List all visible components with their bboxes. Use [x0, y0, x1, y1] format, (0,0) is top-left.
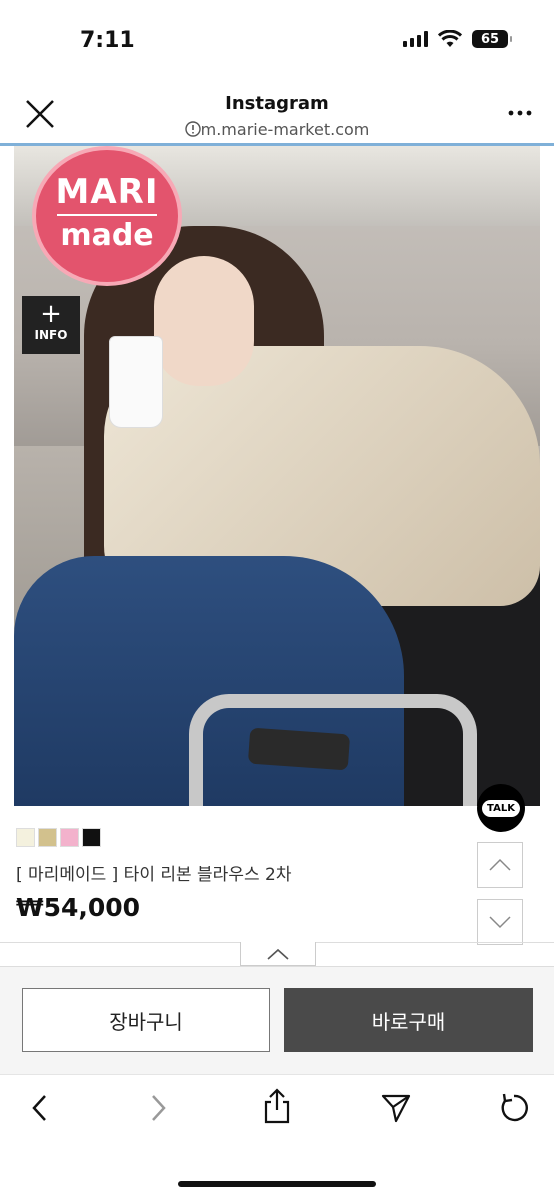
more-dots-icon — [508, 110, 532, 116]
color-swatches — [16, 828, 101, 847]
color-swatch[interactable] — [60, 828, 79, 847]
home-indicator — [178, 1181, 376, 1187]
brand-logo: MARI made — [32, 146, 182, 286]
forward-button[interactable] — [138, 1088, 178, 1128]
color-swatch[interactable] — [16, 828, 35, 847]
buy-now-button[interactable]: 바로구매 — [284, 988, 533, 1052]
talk-label: TALK — [482, 799, 520, 817]
battery-indicator: 65 — [472, 30, 512, 48]
wifi-icon — [438, 30, 462, 47]
info-circle-icon — [184, 121, 201, 137]
chevron-up-icon — [489, 858, 511, 871]
reload-button[interactable] — [494, 1088, 534, 1128]
more-options-button[interactable] — [508, 104, 532, 117]
scroll-down-button[interactable] — [477, 899, 523, 945]
status-icons: 65 — [403, 30, 512, 48]
add-to-cart-button[interactable]: 장바구니 — [22, 988, 270, 1052]
url-bar[interactable]: m.marie-market.com — [0, 120, 554, 139]
image-model-face — [154, 256, 254, 386]
page-title: Instagram — [225, 93, 329, 114]
chevron-left-icon — [32, 1095, 46, 1121]
reload-icon — [501, 1093, 528, 1122]
image-coffee-cup — [109, 336, 163, 428]
back-button[interactable] — [20, 1088, 60, 1128]
expand-panel-tab[interactable] — [240, 942, 316, 966]
product-price: ₩54,000 — [16, 893, 141, 922]
chevron-right-icon — [152, 1095, 166, 1121]
plus-icon: + — [40, 299, 62, 329]
brand-logo-line1: MARI — [55, 172, 159, 212]
color-swatch[interactable] — [38, 828, 57, 847]
info-button[interactable]: + INFO — [22, 296, 80, 354]
image-phone — [247, 727, 351, 771]
scroll-up-button[interactable] — [477, 842, 523, 888]
signal-icon — [403, 31, 428, 47]
send-icon — [381, 1094, 411, 1123]
brand-logo-line2: made — [60, 218, 154, 253]
url-text: m.marie-market.com — [200, 120, 370, 139]
share-button[interactable] — [257, 1086, 297, 1126]
kakao-talk-button[interactable]: TALK — [477, 784, 525, 832]
color-swatch[interactable] — [82, 828, 101, 847]
send-button[interactable] — [376, 1088, 416, 1128]
share-icon — [264, 1088, 290, 1124]
chevron-up-icon — [267, 948, 289, 960]
status-time: 7:11 — [80, 28, 135, 53]
chevron-down-icon — [489, 916, 511, 929]
info-label: INFO — [34, 328, 68, 342]
product-name: [ 마리메이드 ] 타이 리본 블라우스 2차 — [16, 865, 292, 885]
product-image[interactable]: MARI made + INFO — [14, 146, 540, 806]
